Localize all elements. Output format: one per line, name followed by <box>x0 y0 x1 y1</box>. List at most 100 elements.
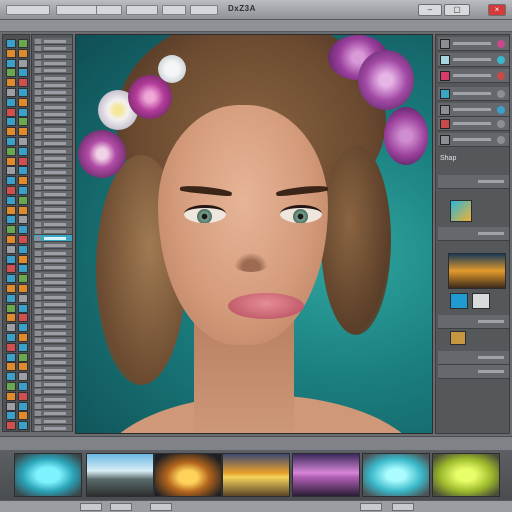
layer-row[interactable] <box>34 81 72 89</box>
tool-button[interactable] <box>6 264 16 274</box>
layer-row[interactable] <box>34 322 72 330</box>
layer-row[interactable] <box>34 205 72 213</box>
tool-button[interactable] <box>6 411 16 421</box>
layer-row[interactable] <box>34 395 72 403</box>
layer-row[interactable] <box>34 351 72 359</box>
tool-button[interactable] <box>18 146 28 156</box>
layer-row[interactable] <box>34 103 72 111</box>
layer-row[interactable] <box>34 147 72 155</box>
tool-button[interactable] <box>6 391 16 401</box>
tool-button[interactable] <box>18 293 28 303</box>
tool-button[interactable] <box>18 274 28 284</box>
minimize-button[interactable]: – <box>418 4 442 16</box>
tool-button[interactable] <box>18 215 28 225</box>
layer-row[interactable] <box>34 74 72 82</box>
layer-row[interactable] <box>34 140 72 148</box>
tool-button[interactable] <box>6 225 16 235</box>
layer-row[interactable] <box>34 242 72 250</box>
tool-button[interactable] <box>6 244 16 254</box>
property-row[interactable] <box>438 315 509 329</box>
tool-button[interactable] <box>18 97 28 107</box>
layer-row[interactable] <box>34 154 72 162</box>
property-row[interactable] <box>438 37 509 51</box>
tool-button[interactable] <box>18 166 28 176</box>
layer-row[interactable] <box>34 271 72 279</box>
tool-button[interactable] <box>6 97 16 107</box>
layer-row[interactable] <box>34 300 72 308</box>
layer-row[interactable] <box>34 96 72 104</box>
tool-button[interactable] <box>6 382 16 391</box>
layer-row[interactable] <box>34 184 72 191</box>
tool-button[interactable] <box>18 264 28 274</box>
tool-button[interactable] <box>6 254 16 264</box>
layer-row[interactable] <box>34 278 72 286</box>
preview-thumb-4[interactable] <box>472 293 490 309</box>
menu-item-5[interactable] <box>162 5 186 15</box>
tool-button[interactable] <box>6 333 16 342</box>
film-thumb-4[interactable] <box>222 453 290 497</box>
tool-button[interactable] <box>18 88 28 97</box>
layer-row[interactable] <box>34 198 72 206</box>
tool-button[interactable] <box>18 333 28 342</box>
layer-row[interactable] <box>34 257 72 264</box>
tool-button[interactable] <box>18 176 28 186</box>
layer-row[interactable] <box>34 169 72 177</box>
layer-row[interactable] <box>34 366 72 374</box>
menu-item-3[interactable] <box>96 5 122 15</box>
tool-button[interactable] <box>6 48 16 58</box>
film-thumb-6[interactable] <box>362 453 430 497</box>
property-row[interactable] <box>438 227 509 241</box>
close-button[interactable]: × <box>488 4 506 16</box>
tool-button[interactable] <box>18 205 28 215</box>
layer-row[interactable] <box>34 359 72 367</box>
layer-row[interactable] <box>34 417 72 425</box>
layer-row[interactable] <box>34 191 72 199</box>
layer-row[interactable] <box>34 162 72 170</box>
tool-button[interactable] <box>6 68 16 78</box>
property-row[interactable] <box>438 351 509 365</box>
layer-row[interactable] <box>34 249 72 257</box>
tool-button[interactable] <box>18 421 28 431</box>
tool-button[interactable] <box>6 39 16 48</box>
layer-row[interactable] <box>34 403 72 410</box>
layer-row[interactable] <box>34 67 72 75</box>
property-row[interactable] <box>438 175 509 189</box>
layer-row[interactable] <box>34 227 72 235</box>
tool-button[interactable] <box>6 303 16 313</box>
tool-button[interactable] <box>18 186 28 195</box>
bottom-button-5[interactable] <box>392 503 414 511</box>
property-row[interactable] <box>438 87 509 101</box>
tool-button[interactable] <box>18 362 28 372</box>
tool-button[interactable] <box>18 68 28 78</box>
layer-row[interactable] <box>34 381 72 389</box>
film-thumb-2[interactable] <box>86 453 154 497</box>
tool-button[interactable] <box>6 205 16 215</box>
layer-row[interactable] <box>34 118 72 126</box>
property-row[interactable] <box>438 69 509 83</box>
tool-button[interactable] <box>18 225 28 235</box>
tool-button[interactable] <box>6 215 16 225</box>
layer-row[interactable] <box>34 220 72 228</box>
layer-row[interactable] <box>34 293 72 301</box>
tool-button[interactable] <box>6 401 16 411</box>
layer-row[interactable] <box>34 111 72 118</box>
bottom-button-4[interactable] <box>360 503 382 511</box>
layer-row[interactable] <box>34 308 72 316</box>
bottom-button-1[interactable] <box>80 503 102 511</box>
tool-button[interactable] <box>6 274 16 284</box>
layer-row[interactable] <box>34 424 72 432</box>
tool-button[interactable] <box>18 235 28 244</box>
layer-row[interactable] <box>34 410 72 418</box>
menu-item-2[interactable] <box>56 5 100 15</box>
image-canvas[interactable] <box>75 34 433 434</box>
tool-button[interactable] <box>18 352 28 362</box>
preview-thumb-5[interactable] <box>450 331 466 345</box>
tool-button[interactable] <box>18 372 28 382</box>
preview-thumb-3[interactable] <box>450 293 468 309</box>
property-row[interactable] <box>438 133 509 147</box>
layer-row[interactable] <box>34 89 72 97</box>
bottom-button-3[interactable] <box>150 503 172 511</box>
tool-button[interactable] <box>18 382 28 391</box>
preview-thumb-2[interactable] <box>448 253 506 289</box>
tool-button[interactable] <box>6 156 16 166</box>
